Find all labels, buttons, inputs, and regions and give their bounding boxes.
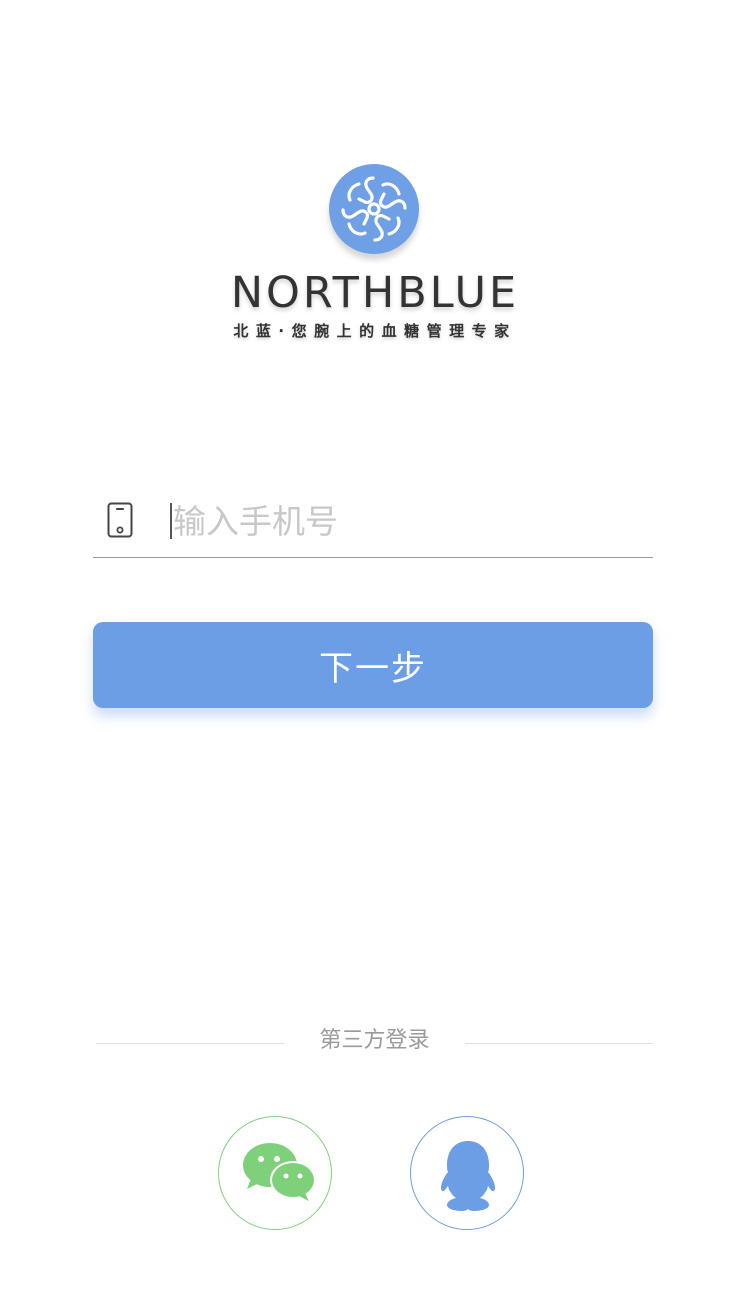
brand-name: NORTHBLUE — [230, 268, 520, 318]
brand-tagline: 北蓝·您腕上的血糖管理专家 — [233, 322, 517, 340]
wechat-login-button[interactable] — [218, 1116, 332, 1230]
divider-left — [96, 1043, 284, 1044]
third-party-login-label: 第三方登录 — [319, 1028, 430, 1053]
divider-right — [465, 1043, 653, 1044]
knot-icon — [341, 176, 407, 242]
phone-input-row — [93, 488, 653, 558]
brand-logo-icon — [329, 164, 419, 254]
qq-penguin-icon — [441, 1141, 495, 1211]
next-step-button[interactable]: 下一步 — [93, 622, 653, 708]
qq-login-button[interactable] — [410, 1116, 524, 1230]
mobile-phone-icon — [107, 502, 133, 538]
text-caret — [170, 503, 172, 539]
phone-number-input[interactable] — [173, 496, 643, 546]
wechat-icon — [243, 1143, 316, 1201]
